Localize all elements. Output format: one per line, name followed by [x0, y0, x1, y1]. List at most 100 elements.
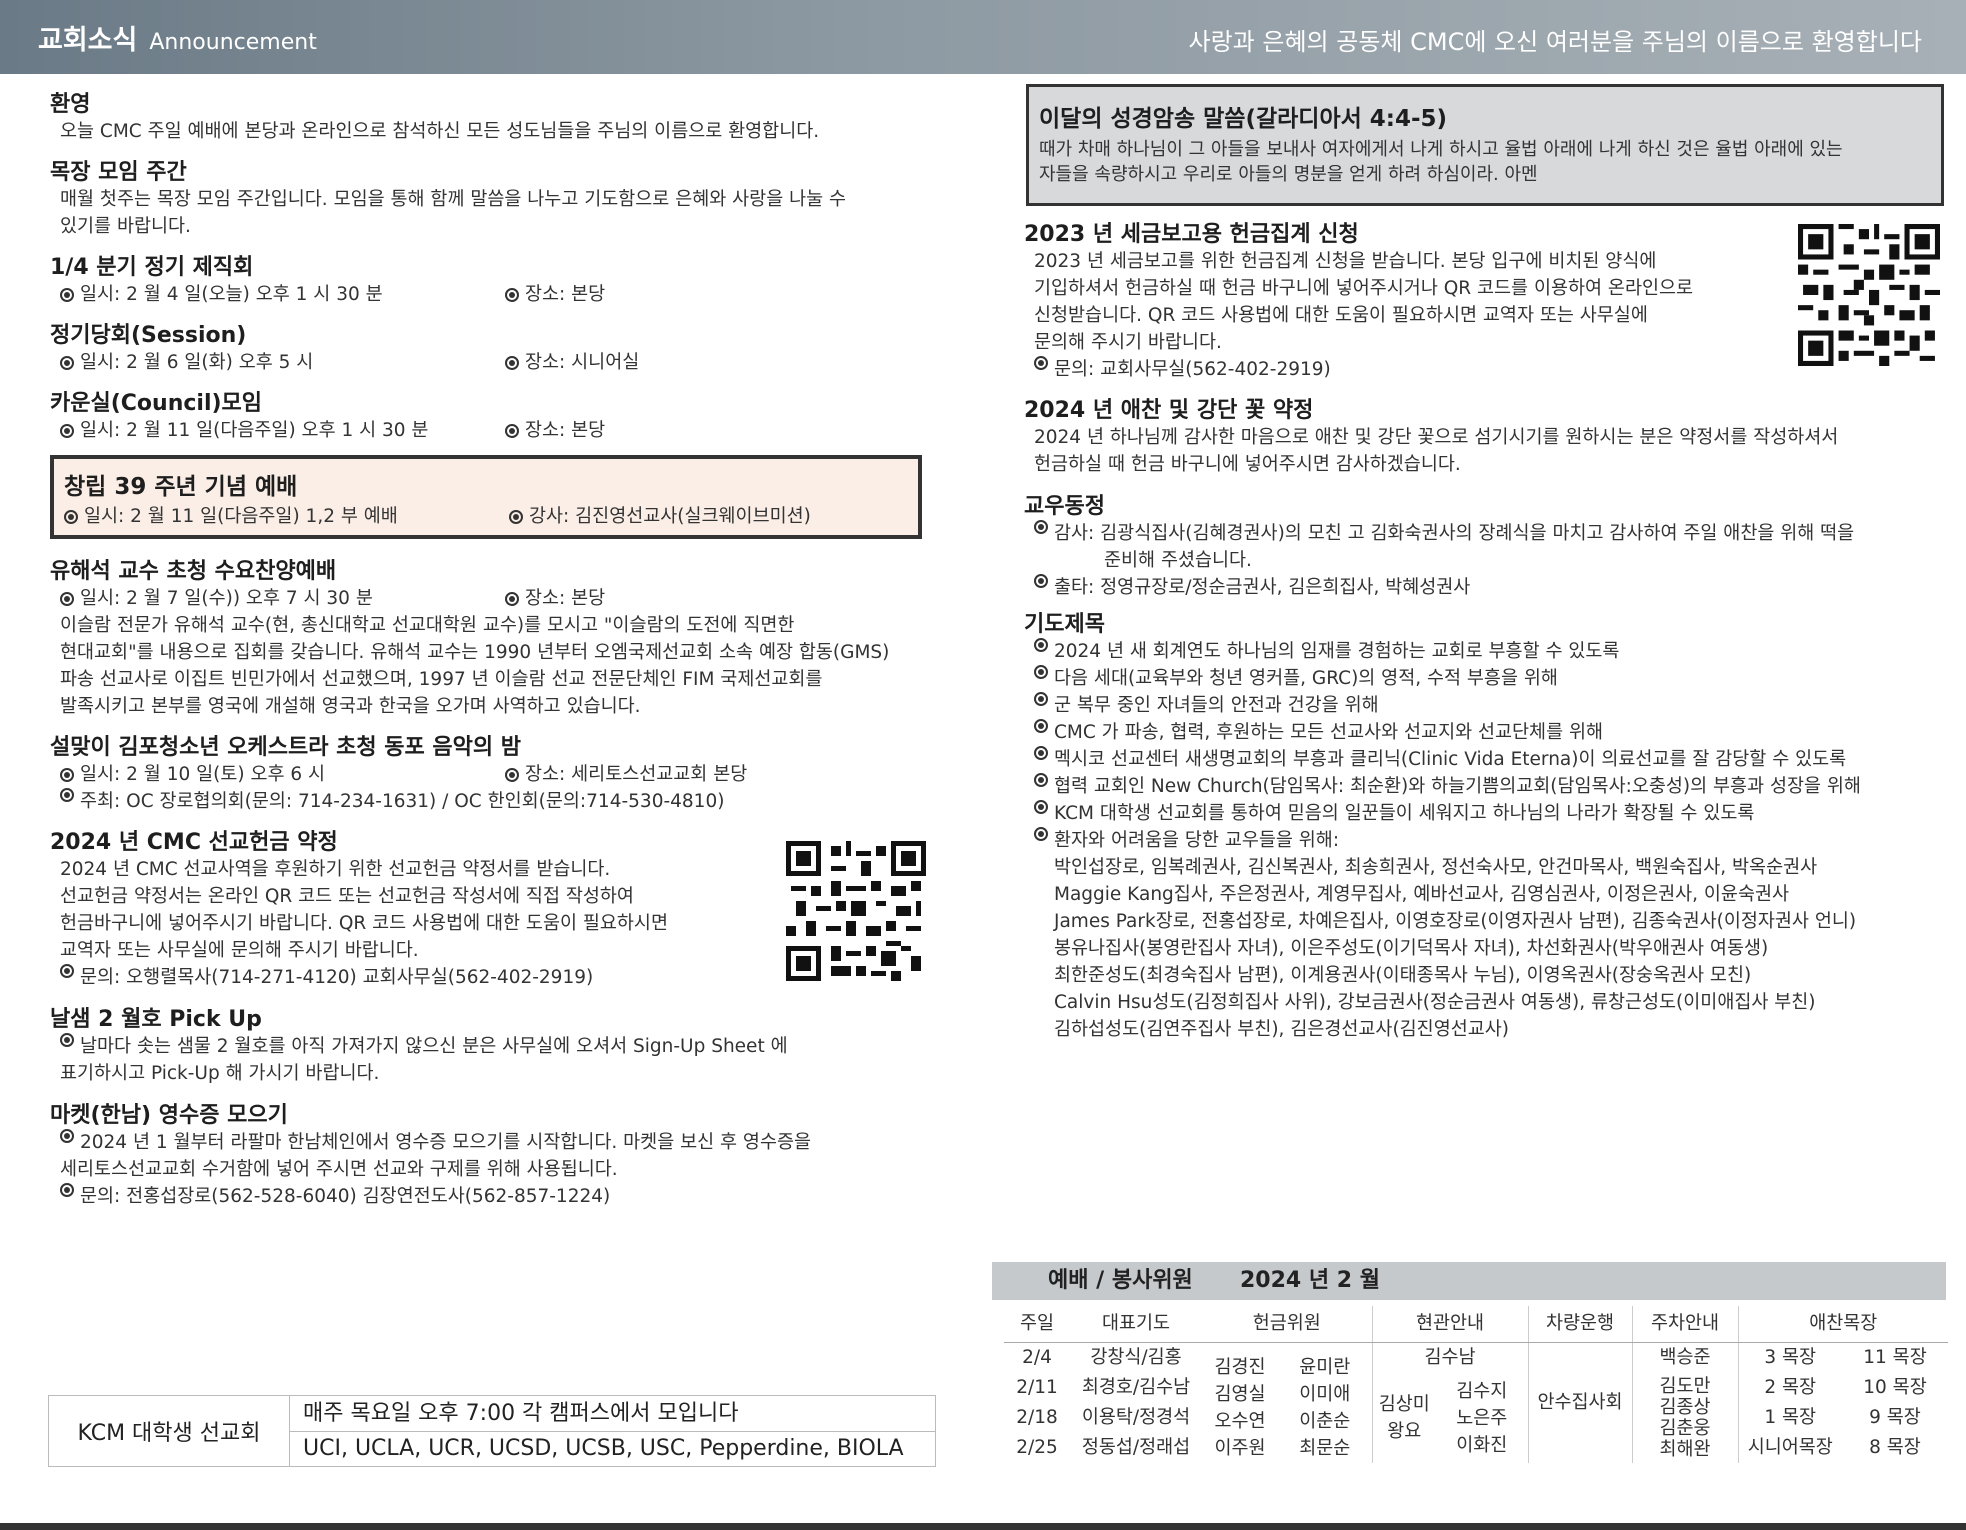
section-title: 창립 39 주년 기념 예배	[64, 474, 298, 500]
bullet-icon	[64, 510, 78, 524]
pickup-section: 날샘 2 월호 Pick Up 날마다 솟는 샘물 2 월호를 아직 가져가지 …	[50, 1001, 788, 1087]
header-title: 교회소식 Announcement	[38, 25, 317, 56]
service-title: 예배 / 봉사위원	[1048, 1268, 1193, 1293]
bullet-icon	[60, 1183, 74, 1197]
bullet-icon	[1034, 800, 1048, 814]
concert-section: 설맞이 김포청소년 오케스트라 초청 동포 음악의 밤 일시: 2 월 10 일…	[50, 729, 747, 815]
patient-line: 최한준성도(최경숙집사 남편), 이계용권사(이태종목사 누님), 이영옥권사(…	[1054, 965, 1752, 986]
kcm-box: KCM 대학생 선교회 매주 목요일 오후 7:00 각 캠퍼스에서 모입니다 …	[48, 1395, 936, 1467]
header-welcome: 사랑과 은혜의 공동체 CMC에 오신 여러분을 주님의 이름으로 환영합니다	[1188, 28, 1923, 56]
session-section: 정기당회(Session) 일시: 2 월 6 일(화) 오후 5 시 장소: 시…	[50, 317, 639, 376]
section-title: 2024 년 CMC 선교헌금 약정	[50, 830, 338, 855]
bullet-icon	[505, 356, 519, 370]
section-text: 2024 년 CMC 선교사역을 후원하기 위한 선교헌금 약정서를 받습니다.	[60, 859, 611, 880]
service-month: 2024 년 2 월	[1240, 1268, 1380, 1293]
section-title: 2024 년 애찬 및 강단 꽃 약정	[1024, 398, 1314, 423]
section-text: 선교헌금 약정서는 온라인 QR 코드 또는 선교헌금 작성서에 직접 작성하여	[60, 886, 634, 907]
header-bar: 교회소식 Announcement 사랑과 은혜의 공동체 CMC에 오신 여러분…	[0, 0, 1966, 74]
section-text: 헌금하실 때 헌금 바구니에 넣어주시면 감사하겠습니다.	[1034, 454, 1461, 475]
bullet-icon	[60, 1033, 74, 1047]
section-text: 오늘 CMC 주일 예배에 본당과 온라인으로 참석하신 모든 성도님들을 주님…	[60, 121, 820, 142]
bullet-icon	[60, 1129, 74, 1143]
bullet-icon	[60, 424, 74, 438]
prayer-item: 협력 교회인 New Church(담임목사: 최순환)와 하늘기쁨의교회(담임…	[1024, 773, 1861, 800]
bullet-icon	[505, 288, 519, 302]
section-text: 2024 년 하나님께 감사한 마음으로 애찬 및 강단 꽃으로 섬기시기를 원…	[1034, 427, 1839, 448]
bullet-icon	[505, 424, 519, 438]
receipt-section: 마켓(한남) 영수증 모으기 2024 년 1 월부터 라팔마 한남체인에서 영…	[50, 1097, 811, 1210]
service-header: 예배 / 봉사위원 2024 년 2 월	[992, 1262, 1946, 1300]
section-text: 교역자 또는 사무실에 문의해 주시기 바랍니다.	[60, 940, 419, 961]
prayer-item: 군 복무 중인 자녀들의 안전과 건강을 위해	[1024, 692, 1861, 719]
mission-section: 2024 년 CMC 선교헌금 약정 2024 년 CMC 선교사역을 후원하기…	[50, 824, 668, 991]
news-section: 교우동정 감사: 김광식집사(김혜경권사)의 모친 고 김화숙권사의 장례식을 …	[1024, 488, 1854, 601]
section-text: 발족시키고 본부를 영국에 개설해 영국과 한국을 오가며 사역하고 있습니다.	[60, 696, 641, 717]
welcome-section: 환영 오늘 CMC 주일 예배에 본당과 온라인으로 참석하신 모든 성도님들을…	[50, 86, 819, 145]
section-title: 1/4 분기 정기 제직회	[50, 255, 254, 280]
section-title: 목장 모임 주간	[50, 160, 187, 185]
tax-section: 2023 년 세금보고용 헌금집계 신청 2023 년 세금보고를 위한 헌금집…	[1024, 216, 1693, 383]
patient-line: James Park장로, 전홍섭장로, 차예은집사, 이영호장로(이영자권사 …	[1054, 911, 1857, 932]
patient-line: Calvin Hsu성도(김정희집사 사위), 강보금권사(정순금권사 여동생)…	[1054, 992, 1816, 1013]
bullet-icon	[1034, 827, 1048, 841]
prayer-item: 멕시코 선교센터 새생명교회의 부흥과 클리닉(Clinic Vida Eter…	[1024, 746, 1861, 773]
section-text: 준비해 주셨습니다.	[1104, 550, 1252, 571]
section-text: 2023 년 세금보고를 위한 헌금집계 신청을 받습니다. 본당 입구에 비치…	[1034, 251, 1657, 272]
prayer-item: 다음 세대(교육부와 청년 영커플, GRC)의 영적, 수적 부흥을 위해	[1024, 665, 1861, 692]
section-title: 설맞이 김포청소년 오케스트라 초청 동포 음악의 밤	[50, 735, 521, 760]
bullet-icon	[1034, 574, 1048, 588]
bullet-icon	[505, 592, 519, 606]
mission-qr-code[interactable]	[786, 841, 926, 981]
section-text: 표기하시고 Pick-Up 해 가시기 바랍니다.	[60, 1063, 380, 1084]
section-text: 헌금바구니에 넣어주시기 바랍니다. QR 코드 사용법에 대한 도움이 필요하…	[60, 913, 668, 934]
table-row: 2/4 강창식/김홍 김경진 김영실 오수연 이주원 윤미란 이미애 이춘순 최문순 김수남…	[1004, 1342, 1948, 1463]
bullet-icon	[1034, 692, 1048, 706]
bullet-icon	[1034, 773, 1048, 787]
section-title: 2023 년 세금보고용 헌금집계 신청	[1024, 222, 1359, 247]
flowers-section: 2024 년 애찬 및 강단 꽃 약정 2024 년 하나님께 감사한 마음으로…	[1024, 392, 1838, 478]
deacons-section: 1/4 분기 정기 제직회 일시: 2 월 4 일(오늘) 오후 1 시 30 …	[50, 249, 605, 308]
service-table: 주일 대표기도 헌금위원 현관안내 차량운행 주차안내 애찬목장 2/4 강창식…	[1004, 1306, 1948, 1463]
section-text: 세리토스선교교회 수거함에 넣어 주시면 선교와 구제를 위해 사용됩니다.	[60, 1159, 618, 1180]
prayer-item: CMC 가 파송, 협력, 후원하는 모든 선교사와 선교지와 선교단체를 위해	[1024, 719, 1861, 746]
bullet-icon	[1034, 638, 1048, 652]
mokjang-section: 목장 모임 주간 매월 첫주는 목장 모임 주간입니다. 모임을 통해 함께 말…	[50, 154, 846, 240]
section-text: 이슬람 전문가 유해석 교수(현, 총신대학교 선교대학원 교수)를 모시고 "…	[60, 615, 795, 636]
prayer-section: 기도제목 2024 년 새 회계연도 하나님의 임재를 경험하는 교회로 부흥할…	[1024, 606, 1861, 1043]
section-title: 기도제목	[1024, 612, 1105, 637]
bullet-icon	[505, 768, 519, 782]
bullet-icon	[60, 288, 74, 302]
verse-text: 때가 차매 하나님이 그 아들을 보내사 여자에게서 나게 하시고 율법 아래에…	[1039, 139, 1843, 185]
section-text: 현대교회"를 내용으로 집회를 갖습니다. 유해석 교수는 1990 년부터 오…	[60, 642, 890, 663]
bullet-icon	[1034, 719, 1048, 733]
section-title: 환영	[50, 92, 91, 117]
bullet-icon	[1034, 665, 1048, 679]
section-title: 이달의 성경암송 말씀(갈라디아서 4:4-5)	[1039, 106, 1448, 132]
memory-verse-box: 이달의 성경암송 말씀(갈라디아서 4:4-5) 때가 차매 하나님이 그 아들…	[1026, 84, 1944, 206]
bullet-icon	[60, 768, 74, 782]
patient-line: 박인섭장로, 임복례권사, 김신복권사, 최송희권사, 정선숙사모, 안건마목사…	[1054, 857, 1818, 878]
section-text: 기입하셔서 헌금하실 때 헌금 바구니에 넣어주시거나 QR 코드를 이용하여 …	[1034, 278, 1694, 299]
kcm-time: 매주 목요일 오후 7:00 각 캠퍼스에서 모입니다	[289, 1396, 935, 1432]
bullet-icon	[1034, 520, 1048, 534]
section-title: 유해석 교수 초청 수요찬양예배	[50, 559, 337, 584]
section-text: 파송 선교사로 이집트 빈민가에서 선교했으며, 1997 년 이슬람 선교 전…	[60, 669, 823, 690]
patient-line: Maggie Kang집사, 주은정권사, 계영무집사, 예바선교사, 김영심권…	[1054, 884, 1790, 905]
section-text: 문의해 주시기 바랍니다.	[1034, 332, 1222, 353]
bullet-icon	[509, 510, 523, 524]
patient-line: 김하섭성도(김연주집사 부친), 김은경선교사(김진영선교사)	[1054, 1019, 1509, 1040]
bullet-icon	[60, 788, 74, 802]
section-title: 정기당회(Session)	[50, 323, 247, 348]
bottom-border	[0, 1523, 1966, 1530]
bullet-icon	[1034, 356, 1048, 370]
bullet-icon	[1034, 746, 1048, 760]
prayer-item: 환자와 어려움을 당한 교우들을 위해:	[1024, 827, 1861, 854]
table-row: 2/11 최경호/김수남 김상미 왕요 김수지 노은주 이화진 김도만 김종상 김춘웅 최해…	[1004, 1373, 1948, 1463]
section-text: 신청받습니다. QR 코드 사용법에 대한 도움이 필요하시면 교역자 또는 사…	[1034, 305, 1648, 326]
bullet-icon	[60, 592, 74, 606]
tax-qr-code[interactable]	[1798, 224, 1940, 366]
prayer-item: KCM 대학생 선교회를 통하여 믿음의 일꾼들이 세워지고 하나님의 나라가 …	[1024, 800, 1861, 827]
worship-section: 유해석 교수 초청 수요찬양예배 일시: 2 월 7 일(수)) 오후 7 시 …	[50, 553, 950, 720]
kcm-campuses: UCI, UCLA, UCR, UCSD, UCSB, USC, Pepperd…	[303, 1436, 904, 1461]
bullet-icon	[60, 964, 74, 978]
